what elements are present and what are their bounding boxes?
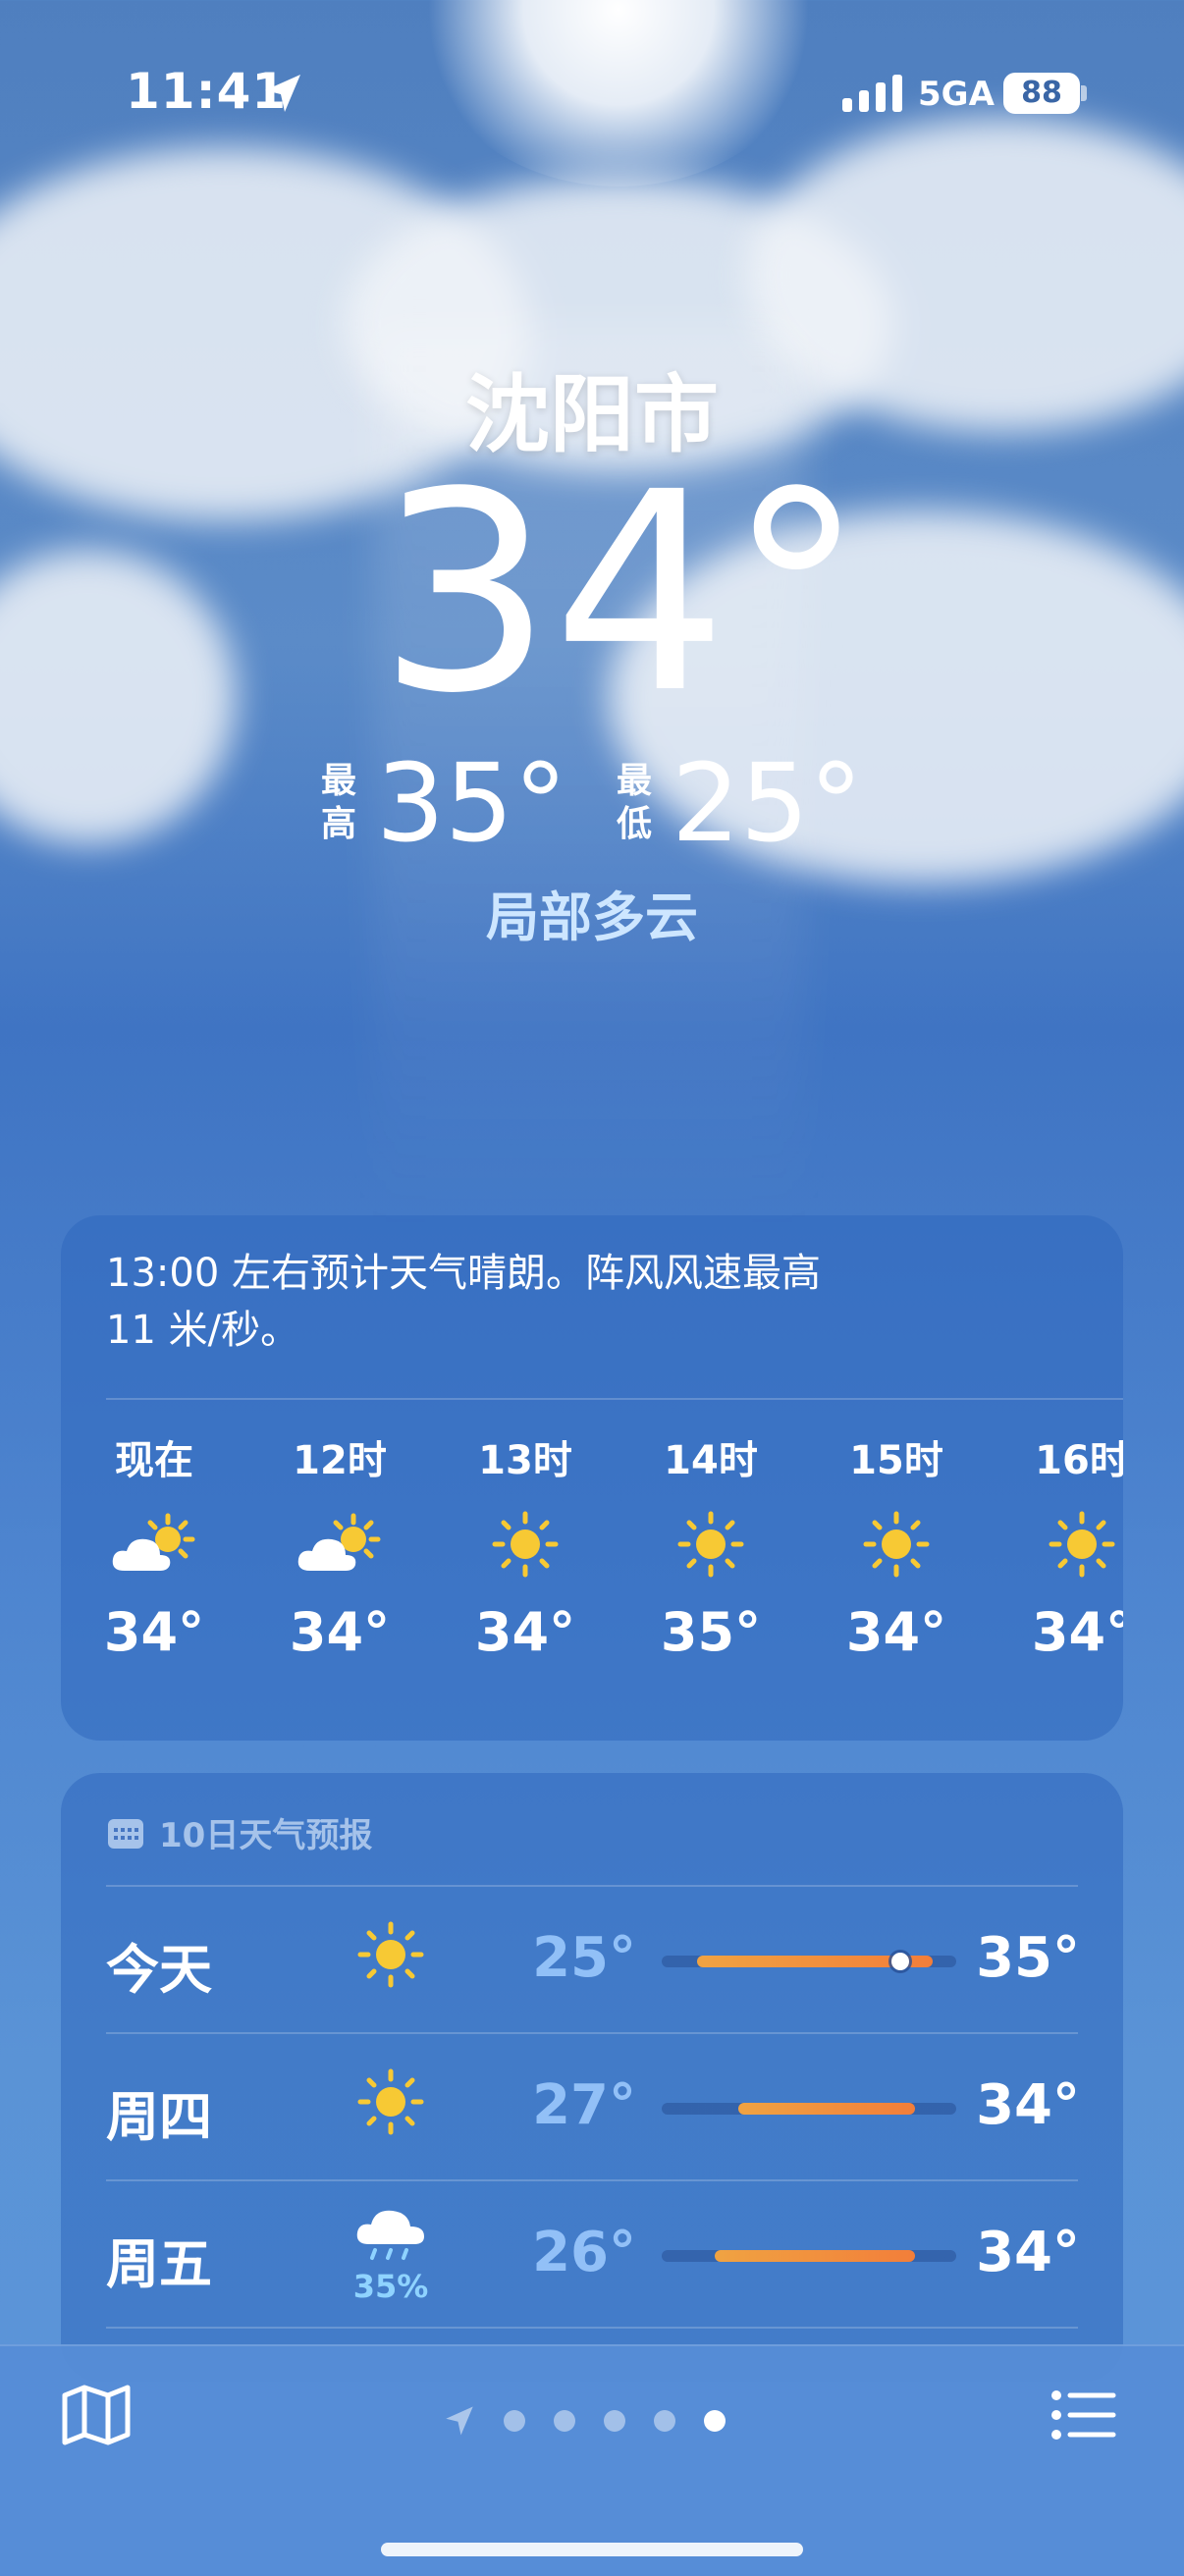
- low-temperature: 25°: [672, 740, 863, 866]
- hourly-summary: 13:00 左右预计天气晴朗。阵风风速最高 11 米/秒。: [106, 1251, 821, 1353]
- hourly-forecast-card[interactable]: 13:00 左右预计天气晴朗。阵风风速最高 11 米/秒。 现在 34° 12时…: [61, 1215, 1123, 1741]
- battery-tip: [1081, 85, 1087, 101]
- forecast-high: 34°: [976, 2221, 1080, 2284]
- page-dot[interactable]: [604, 2410, 625, 2432]
- current-location-icon[interactable]: [444, 2405, 475, 2437]
- temperature-range-bar: [662, 1953, 956, 1970]
- home-indicator[interactable]: [381, 2543, 803, 2556]
- current-temperature-marker: [891, 1953, 909, 1970]
- partly-sunny-icon: [286, 1490, 394, 1598]
- ten-day-forecast-card[interactable]: 10日天气预报 今天 25° 35° 周四 27° 34° 周五 35% 26°: [61, 1773, 1123, 2382]
- low-label: 最 低: [617, 761, 653, 844]
- bottom-toolbar: [0, 2344, 1184, 2576]
- forecast-row[interactable]: 周四 27° 34°: [106, 2034, 1080, 2181]
- temperature-range-bar: [662, 2250, 956, 2262]
- signal-icon: [842, 75, 902, 112]
- rain-cloud-icon: 35%: [337, 2205, 445, 2305]
- hour-item: 16时 34°: [1028, 1431, 1123, 1667]
- forecast-row[interactable]: 周五 35% 26° 34°: [106, 2181, 1080, 2329]
- map-icon[interactable]: [61, 2384, 132, 2446]
- list-icon[interactable]: [1050, 2389, 1117, 2441]
- hour-item: 14时 35°: [657, 1431, 765, 1667]
- forecast-high: 35°: [976, 1926, 1080, 1990]
- high-temperature: 35°: [376, 740, 567, 866]
- battery-icon: 88: [1003, 73, 1080, 114]
- location-arrow-icon: [265, 75, 300, 112]
- partly-sunny-icon: [106, 1490, 208, 1598]
- hour-item: 12时 34°: [286, 1431, 394, 1667]
- high-label: 最 高: [321, 761, 357, 844]
- weather-condition: 局部多云: [486, 886, 698, 948]
- page-indicator[interactable]: [444, 2405, 726, 2437]
- page-dot[interactable]: [504, 2410, 525, 2432]
- forecast-header: 10日天气预报: [106, 1808, 372, 1856]
- forecast-day: 周四: [106, 2086, 212, 2148]
- forecast-low: 25°: [532, 1926, 636, 1990]
- temperature-range-fill: [715, 2250, 915, 2262]
- temperature-range-fill: [738, 2103, 915, 2115]
- network-type: 5GA: [918, 75, 995, 114]
- forecast-day: 周五: [106, 2233, 212, 2295]
- divider: [106, 1398, 1123, 1400]
- hour-item: 13时 34°: [471, 1431, 579, 1667]
- forecast-low: 26°: [532, 2221, 636, 2284]
- divider: [106, 2327, 1078, 2329]
- sun-icon: [842, 1490, 950, 1598]
- page-dot-active[interactable]: [704, 2410, 726, 2432]
- forecast-low: 27°: [532, 2073, 636, 2137]
- sun-icon: [471, 1490, 579, 1598]
- precipitation-chance: 35%: [352, 2268, 429, 2305]
- hour-item: 现在 34°: [106, 1431, 208, 1667]
- hour-item: 15时 34°: [842, 1431, 950, 1667]
- hourly-scroll[interactable]: 现在 34° 12时 34° 13时 34° 14时 35° 15时 34° 1…: [106, 1431, 1123, 1726]
- page-dot[interactable]: [554, 2410, 575, 2432]
- temperature-range-bar: [662, 2103, 956, 2115]
- calendar-icon: [108, 1818, 143, 1849]
- current-temperature: 34°: [377, 434, 866, 754]
- high-low-temperatures: 最 高 35° 最 低 25°: [0, 744, 1184, 862]
- forecast-day: 今天: [106, 1939, 212, 2001]
- status-bar: 11:41 5GA 88: [0, 0, 1184, 187]
- sun-icon: [657, 1490, 765, 1598]
- sun-icon: [337, 1910, 445, 1993]
- page-dot[interactable]: [654, 2410, 675, 2432]
- sun-icon: [337, 2058, 445, 2140]
- forecast-high: 34°: [976, 2073, 1080, 2137]
- forecast-row[interactable]: 今天 25° 35°: [106, 1887, 1080, 2034]
- sun-icon: [1028, 1490, 1123, 1598]
